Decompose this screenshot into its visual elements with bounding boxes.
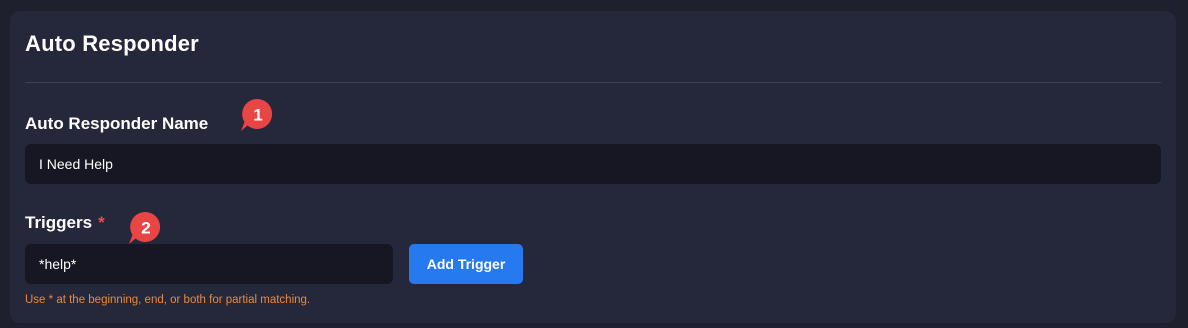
marker-2-number: 2: [141, 219, 150, 238]
divider: [25, 82, 1161, 83]
annotation-marker-1: 1: [241, 98, 273, 131]
required-asterisk: *: [98, 213, 105, 232]
triggers-label-text: Triggers: [25, 213, 93, 232]
marker-1-number: 1: [253, 106, 262, 125]
annotation-marker-2: 2: [129, 211, 161, 244]
triggers-label: Triggers *: [25, 213, 105, 233]
partial-matching-hint: Use * at the beginning, end, or both for…: [25, 294, 311, 306]
auto-responder-name-label: Auto Responder Name: [25, 114, 209, 133]
panel-title: Auto Responder: [25, 31, 199, 56]
auto-responder-name-input[interactable]: [25, 144, 1161, 184]
add-trigger-button[interactable]: Add Trigger: [409, 244, 523, 284]
trigger-input[interactable]: [25, 244, 393, 284]
auto-responder-panel: Auto Responder Auto Responder Name Trigg…: [10, 11, 1176, 323]
